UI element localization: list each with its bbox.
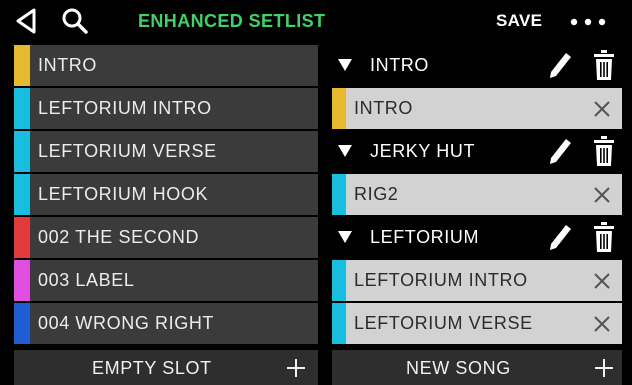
- close-icon[interactable]: [594, 101, 610, 117]
- preset-label: LEFTORIUM HOOK: [38, 184, 209, 204]
- pencil-icon[interactable]: [547, 223, 573, 251]
- preset-row-003[interactable]: 003 LABEL: [14, 260, 318, 301]
- back-icon[interactable]: [14, 6, 38, 36]
- preset-row-leftorium-hook[interactable]: LEFTORIUM HOOK: [14, 174, 318, 215]
- preset-label: INTRO: [38, 55, 97, 75]
- preset-row-002[interactable]: 002 THE SECOND: [14, 217, 318, 258]
- trash-icon[interactable]: [594, 222, 614, 252]
- new-song-label: NEW SONG: [406, 358, 511, 378]
- collapse-triangle-icon[interactable]: [338, 145, 352, 157]
- song-preset-row[interactable]: LEFTORIUM INTRO: [332, 260, 622, 301]
- empty-slot-button[interactable]: EMPTY SLOT: [14, 350, 318, 385]
- close-icon[interactable]: [594, 273, 610, 289]
- collapse-triangle-icon[interactable]: [338, 59, 352, 71]
- song-header-leftorium[interactable]: LEFTORIUM: [332, 217, 622, 258]
- plus-icon: [287, 359, 305, 377]
- song-header-jerky-hut[interactable]: JERKY HUT: [332, 131, 622, 172]
- setlist-screen: ENHANCED SETLIST SAVE INTRO LEFTORIUM IN…: [0, 0, 632, 385]
- preset-row-leftorium-verse[interactable]: LEFTORIUM VERSE: [14, 131, 318, 172]
- page-title: ENHANCED SETLIST: [138, 11, 326, 31]
- setlist-songs: INTRO INTRO JERKY HUT RIG2 LEFTORIUM LEF…: [332, 45, 622, 347]
- color-swatch: [14, 260, 30, 301]
- preset-label: LEFTORIUM INTRO: [38, 98, 212, 118]
- color-swatch: [14, 174, 30, 215]
- close-icon[interactable]: [594, 187, 610, 203]
- song-preset-label: INTRO: [354, 98, 413, 118]
- pencil-icon[interactable]: [547, 51, 573, 79]
- search-icon[interactable]: [60, 6, 90, 36]
- song-preset-label: LEFTORIUM VERSE: [354, 313, 533, 333]
- close-icon[interactable]: [594, 316, 610, 332]
- preset-label: 002 THE SECOND: [38, 227, 200, 247]
- color-swatch: [14, 45, 30, 86]
- preset-label: LEFTORIUM VERSE: [38, 141, 217, 161]
- song-name: JERKY HUT: [370, 141, 476, 161]
- header-bar: ENHANCED SETLIST SAVE: [0, 0, 632, 41]
- song-preset-row[interactable]: INTRO: [332, 88, 622, 129]
- color-swatch: [14, 88, 30, 129]
- pencil-icon[interactable]: [547, 137, 573, 165]
- new-song-button[interactable]: NEW SONG: [332, 350, 622, 385]
- song-name: LEFTORIUM: [370, 227, 480, 247]
- song-name: INTRO: [370, 55, 429, 75]
- song-header-intro[interactable]: INTRO: [332, 45, 622, 86]
- song-preset-row[interactable]: LEFTORIUM VERSE: [332, 303, 622, 344]
- preset-label: 003 LABEL: [38, 270, 135, 290]
- more-icon[interactable]: [564, 12, 612, 32]
- preset-list: INTRO LEFTORIUM INTRO LEFTORIUM VERSE LE…: [14, 45, 318, 347]
- color-swatch: [332, 303, 346, 344]
- color-swatch: [14, 131, 30, 172]
- empty-slot-label: EMPTY SLOT: [92, 358, 212, 378]
- song-preset-label: RIG2: [354, 184, 399, 204]
- color-swatch: [14, 303, 30, 344]
- preset-row-004[interactable]: 004 WRONG RIGHT: [14, 303, 318, 344]
- preset-row-leftorium-intro[interactable]: LEFTORIUM INTRO: [14, 88, 318, 129]
- preset-label: 004 WRONG RIGHT: [38, 313, 215, 333]
- color-swatch: [332, 174, 346, 215]
- collapse-triangle-icon[interactable]: [338, 231, 352, 243]
- plus-icon: [595, 359, 613, 377]
- song-preset-row[interactable]: RIG2: [332, 174, 622, 215]
- save-button[interactable]: SAVE: [496, 11, 542, 31]
- preset-row-intro[interactable]: INTRO: [14, 45, 318, 86]
- color-swatch: [14, 217, 30, 258]
- color-swatch: [332, 88, 346, 129]
- song-preset-label: LEFTORIUM INTRO: [354, 270, 528, 290]
- trash-icon[interactable]: [594, 50, 614, 80]
- trash-icon[interactable]: [594, 136, 614, 166]
- color-swatch: [332, 260, 346, 301]
